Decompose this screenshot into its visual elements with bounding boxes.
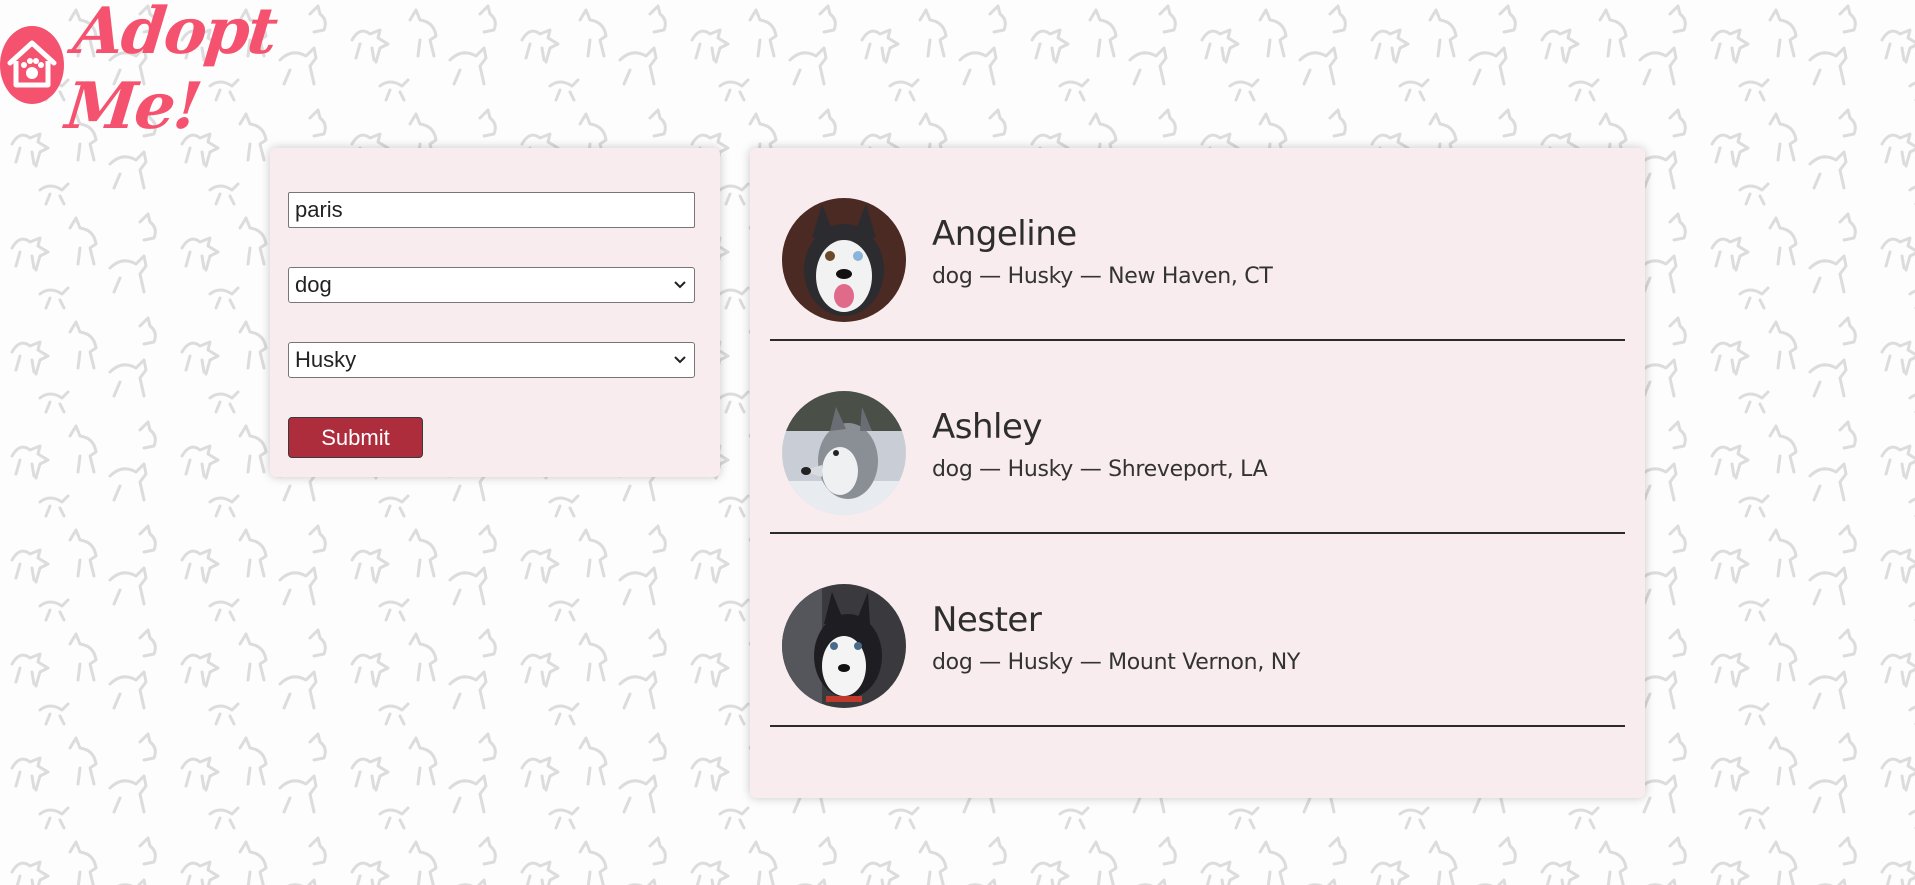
- pet-name: Nester: [932, 600, 1042, 640]
- animal-select-value: dog: [295, 272, 332, 297]
- breed-select-value: Husky: [295, 347, 357, 372]
- location-input-value: paris: [295, 197, 343, 222]
- pet-info: dog — Husky — Shreveport, LA: [932, 457, 1268, 482]
- submit-button[interactable]: Submit: [288, 417, 423, 458]
- chevron-down-icon: [672, 352, 688, 368]
- logo[interactable]: Adopt Me!: [0, 0, 360, 144]
- location-input[interactable]: paris: [288, 192, 695, 228]
- pet-avatar: [782, 584, 906, 708]
- pet-avatar: [782, 391, 906, 515]
- pet-info: dog — Husky — Mount Vernon, NY: [932, 650, 1300, 675]
- chevron-down-icon: [672, 277, 688, 293]
- pet-avatar: [782, 198, 906, 322]
- breed-select[interactable]: Husky: [288, 342, 695, 378]
- pet-name: Ashley: [932, 407, 1043, 447]
- pet-card-angeline[interactable]: Angeline dog — Husky — New Haven, CT: [770, 148, 1625, 341]
- logo-text: Adopt Me!: [61, 0, 280, 144]
- house-paw-icon: [0, 26, 64, 104]
- pet-card-ashley[interactable]: Ashley dog — Husky — Shreveport, LA: [770, 341, 1625, 534]
- search-form: paris dog Husky Submit: [270, 148, 720, 477]
- animal-select[interactable]: dog: [288, 267, 695, 303]
- results-list: Angeline dog — Husky — New Haven, CT Ash…: [750, 148, 1645, 798]
- pet-name: Angeline: [932, 214, 1077, 254]
- pet-info: dog — Husky — New Haven, CT: [932, 264, 1273, 289]
- pet-card-nester[interactable]: Nester dog — Husky — Mount Vernon, NY: [770, 534, 1625, 727]
